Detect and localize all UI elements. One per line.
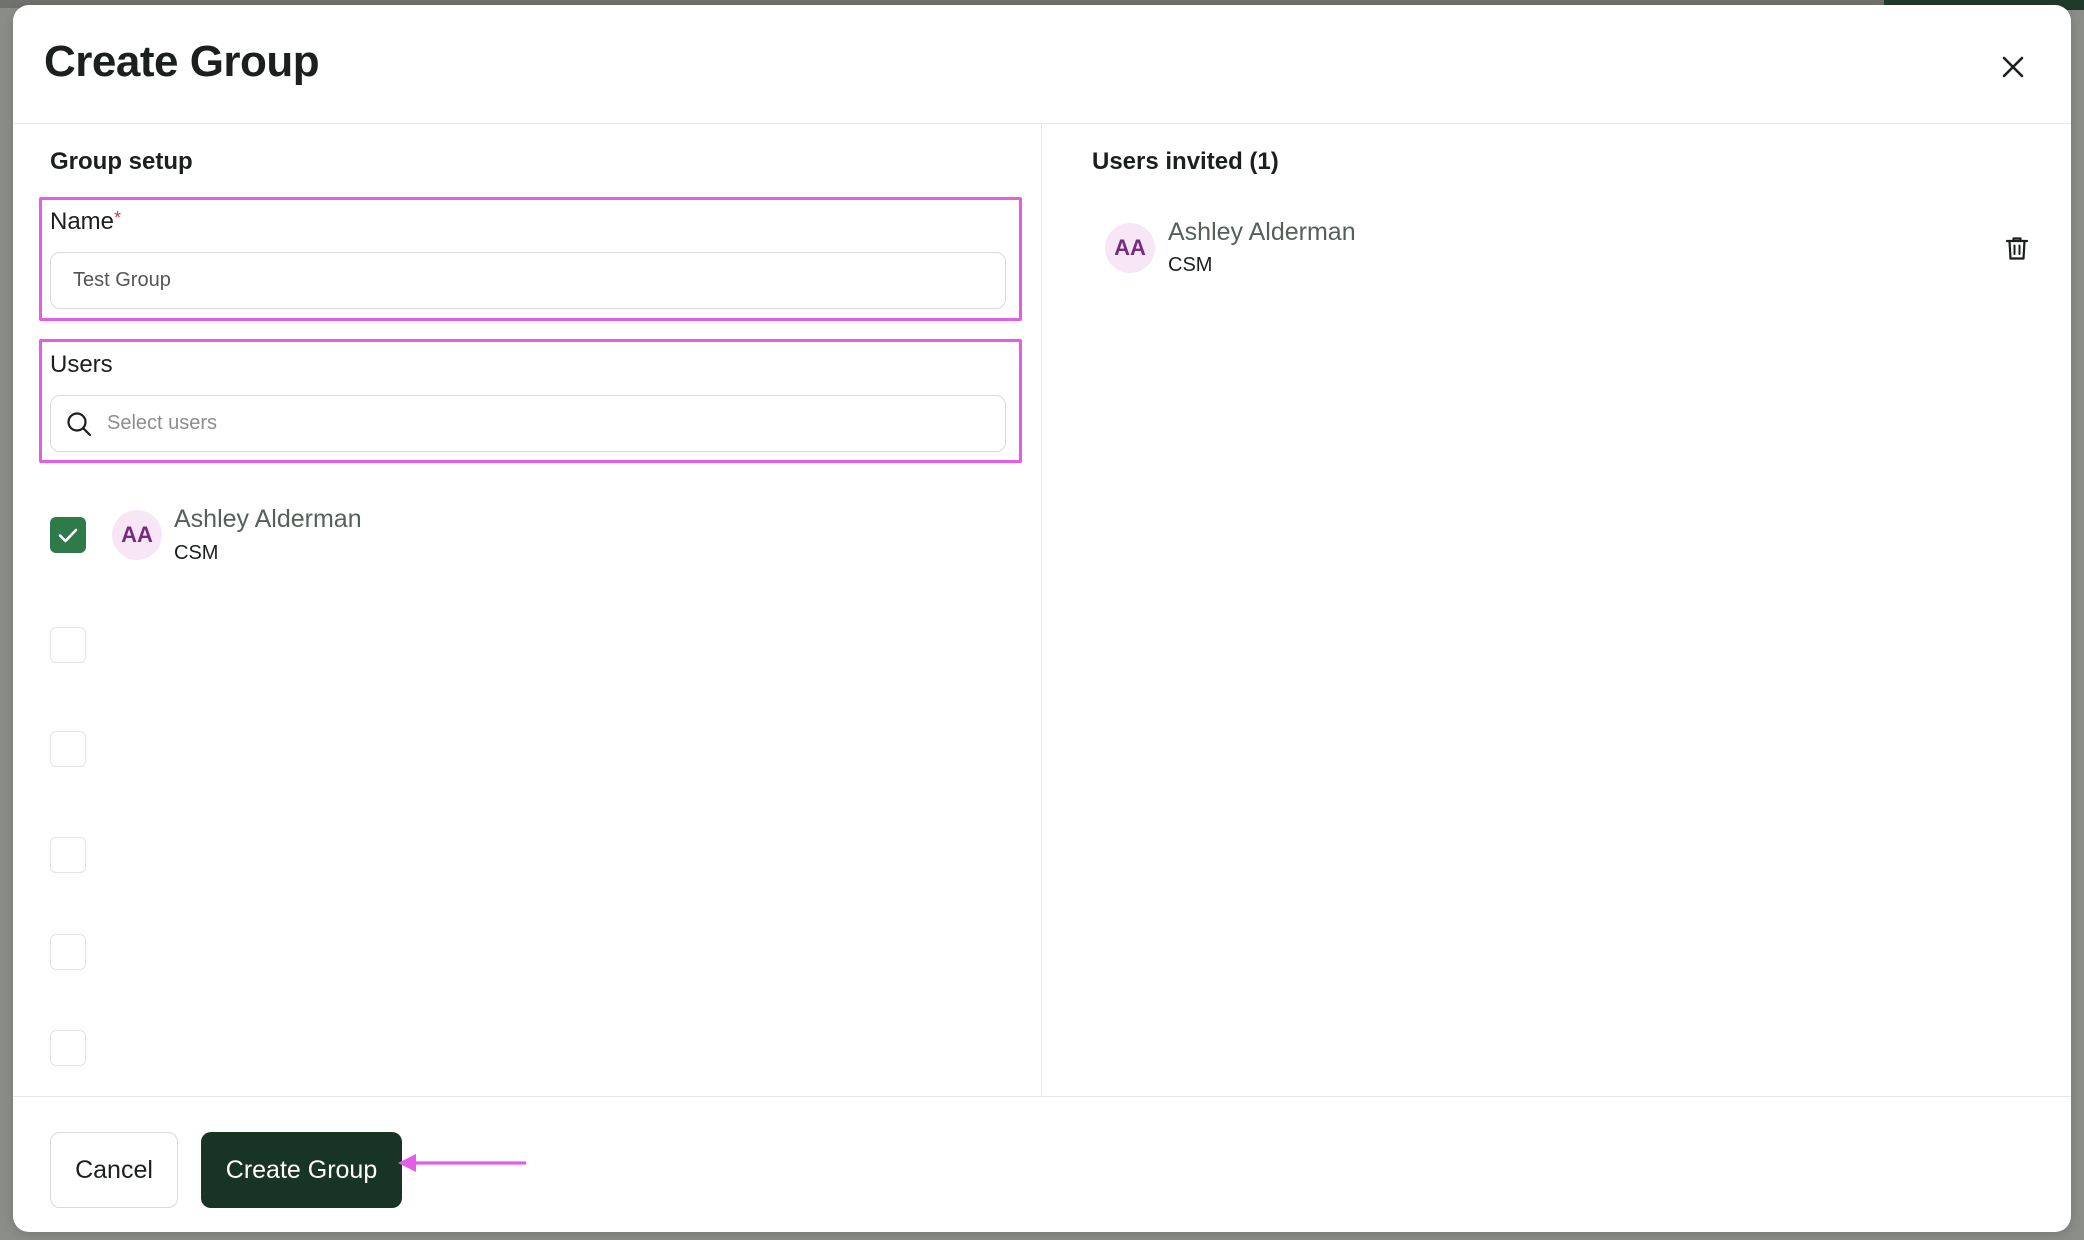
create-group-button[interactable]: Create Group — [201, 1132, 402, 1208]
user-role: CSM — [174, 542, 219, 564]
close-button[interactable] — [1995, 49, 2031, 85]
users-search-input[interactable] — [50, 395, 1006, 452]
group-setup-pane: Group setup Name* Users AA Ashley Alderm… — [13, 124, 1042, 1096]
group-setup-title: Group setup — [50, 148, 193, 175]
arrow-left-icon — [398, 1154, 526, 1172]
modal-title: Create Group — [44, 37, 320, 86]
user-checkbox[interactable] — [50, 1030, 86, 1066]
invited-user-row: AA Ashley Alderman CSM — [1105, 212, 2045, 292]
list-item[interactable]: AA Ashley Alderman CSM — [50, 499, 950, 575]
user-checkbox[interactable] — [50, 837, 86, 873]
user-checkbox[interactable] — [50, 934, 86, 970]
name-input[interactable] — [50, 252, 1006, 309]
close-icon — [2002, 56, 2024, 78]
modal-header: Create Group — [13, 5, 2071, 124]
users-search — [50, 395, 1006, 452]
remove-user-button[interactable] — [2003, 234, 2031, 262]
trash-icon — [2005, 237, 2029, 260]
check-icon — [58, 528, 78, 543]
cancel-button[interactable]: Cancel — [50, 1132, 178, 1208]
create-group-modal: Create Group Group setup Name* Users — [13, 5, 2071, 1232]
users-invited-pane: Users invited (1) AA Ashley Alderman CSM — [1042, 124, 2071, 1096]
modal-footer: Cancel Create Group — [13, 1096, 2071, 1232]
avatar: AA — [1105, 223, 1155, 273]
invited-user-role: CSM — [1168, 254, 1213, 276]
search-icon — [67, 412, 92, 437]
avatar: AA — [112, 510, 162, 560]
user-checkbox[interactable] — [50, 627, 86, 663]
user-checkbox[interactable] — [50, 731, 86, 767]
users-label: Users — [50, 351, 113, 378]
name-label: Name* — [50, 208, 122, 235]
invited-user-name: Ashley Alderman — [1168, 218, 1356, 246]
user-name: Ashley Alderman — [174, 505, 362, 533]
required-mark: * — [114, 208, 122, 228]
users-invited-title: Users invited (1) — [1092, 148, 1279, 175]
user-checkbox-checked[interactable] — [50, 517, 86, 553]
